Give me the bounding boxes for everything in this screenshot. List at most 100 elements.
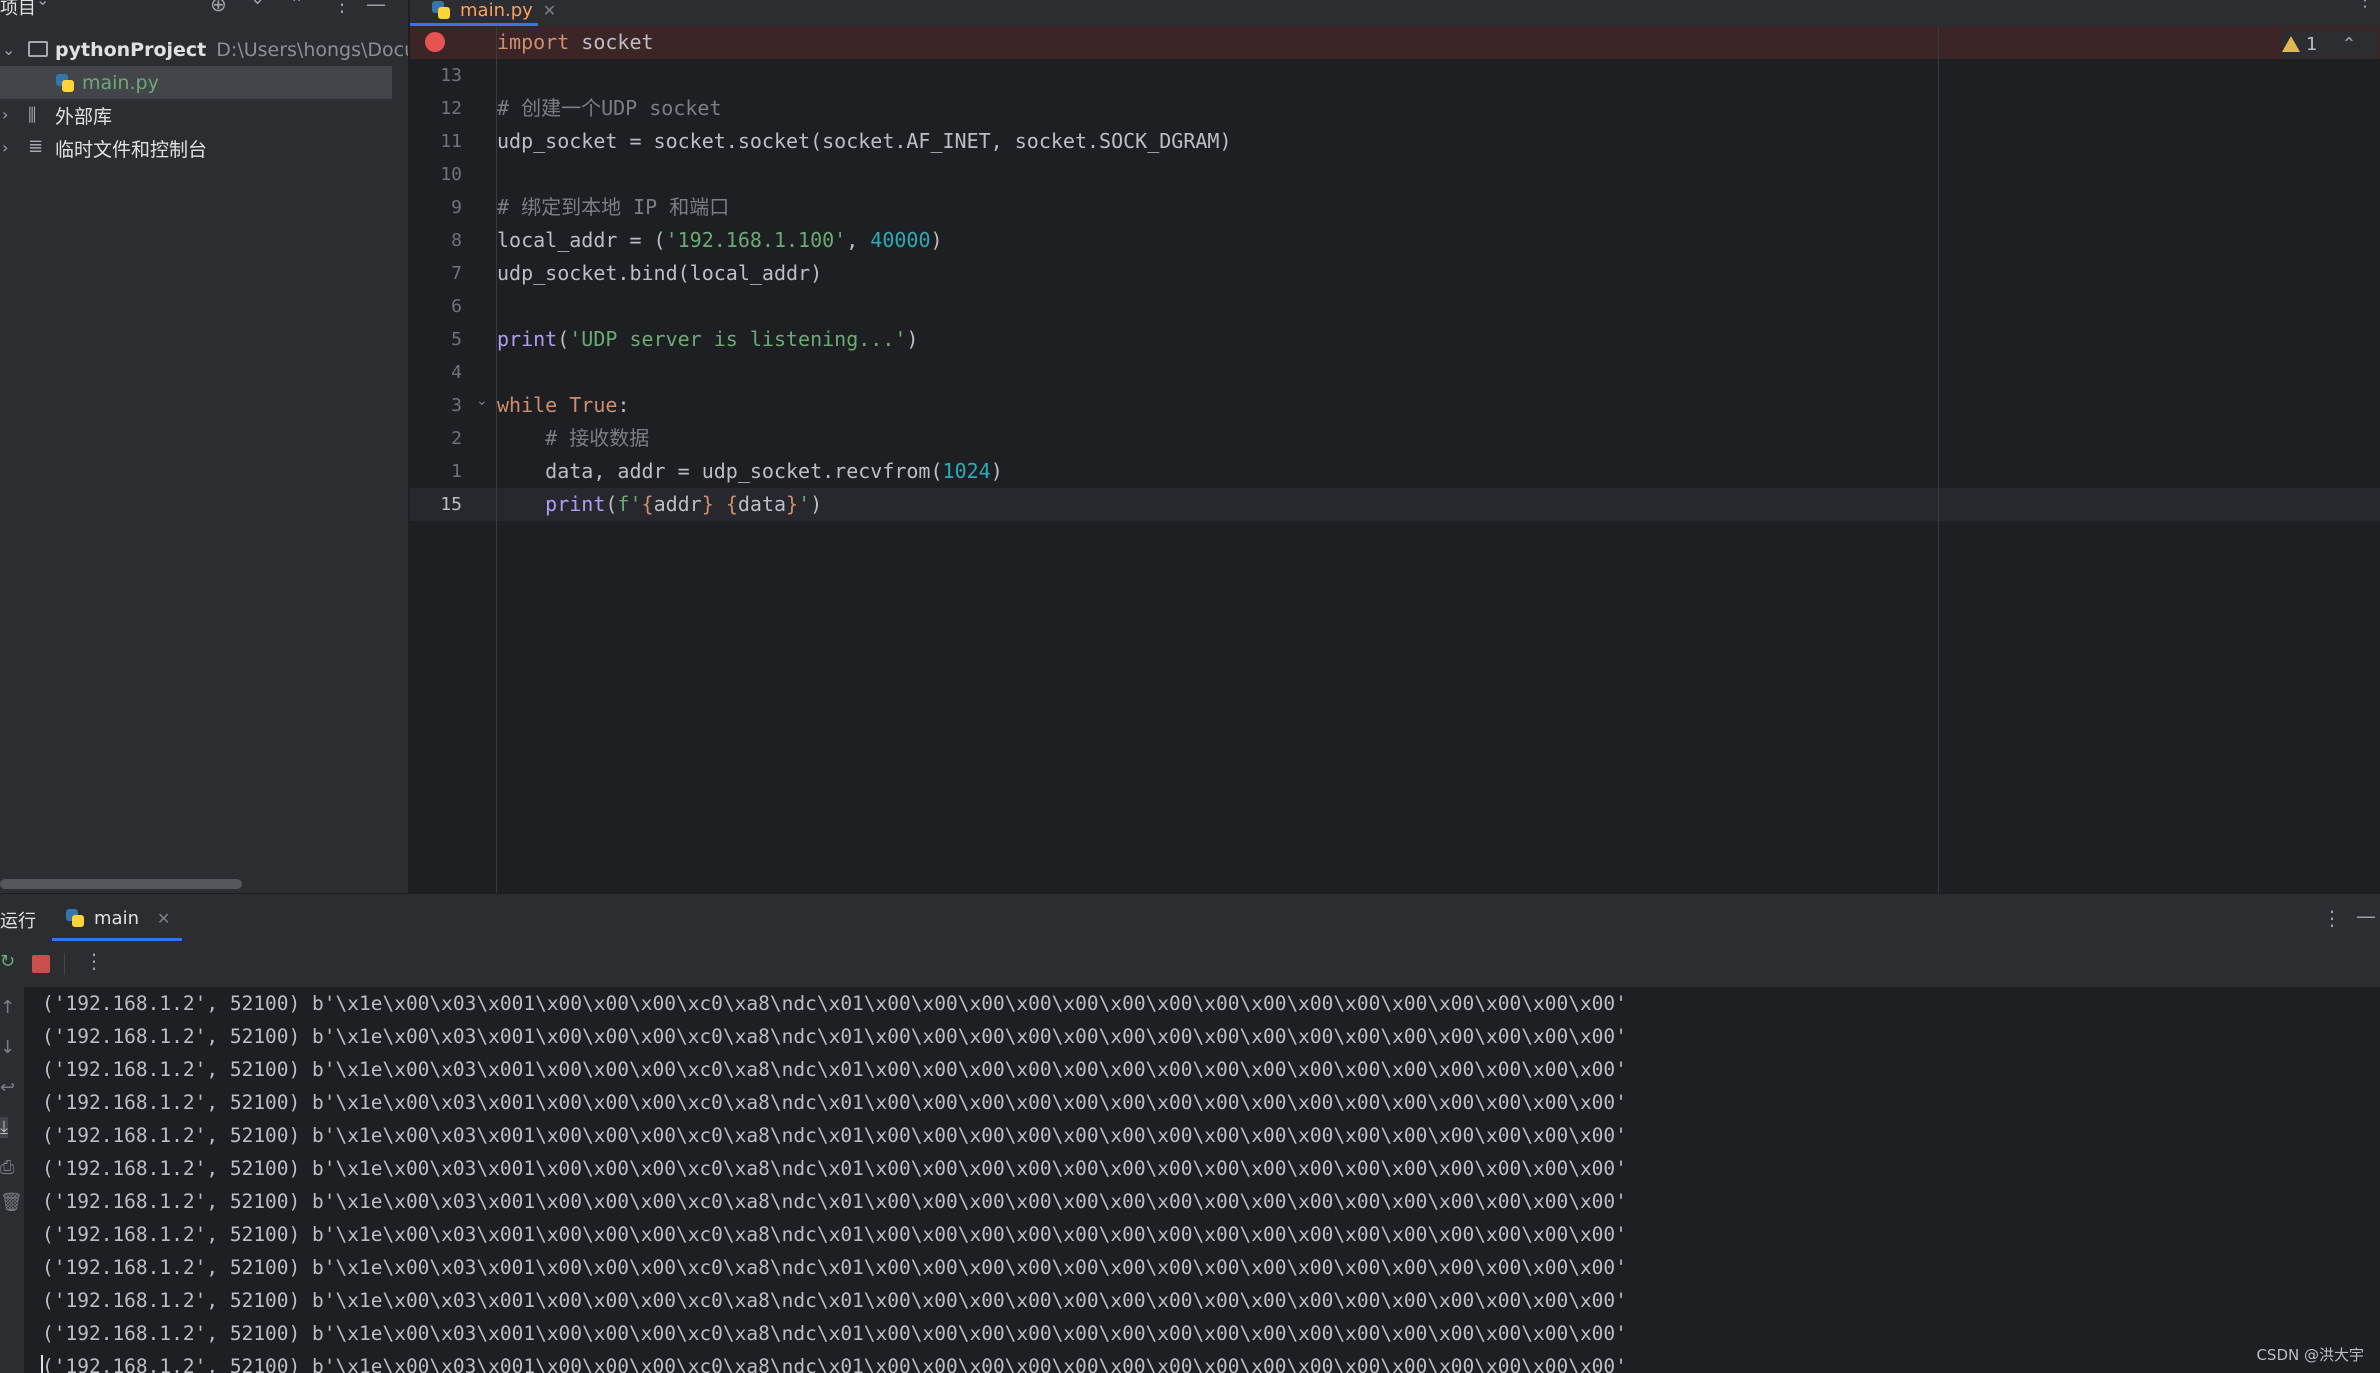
code-editor[interactable]: import socket # 创建一个UDP socket udp_socket …	[497, 26, 2380, 893]
line-number: 1	[451, 461, 462, 482]
gutter-cell[interactable]: 15	[410, 488, 496, 521]
gutter-cell[interactable]: 1	[410, 455, 496, 488]
gutter-cell[interactable]: 2	[410, 422, 496, 455]
gutter-cell[interactable]: 9	[410, 191, 496, 224]
trash-icon[interactable]: 🗑	[0, 1192, 23, 1213]
tree-item-project-root[interactable]: ⌄ pythonProject D:\Users\hongs\Documen	[0, 33, 408, 66]
chevron-right-icon[interactable]: ›	[2, 105, 8, 124]
gutter-cell[interactable]: 7	[410, 257, 496, 290]
close-icon[interactable]: ✕	[543, 1, 556, 20]
line-number: 3	[451, 395, 462, 416]
gutter-cell[interactable]: 4	[410, 356, 496, 389]
code-line[interactable]: udp_socket.bind(local_addr)	[497, 257, 2380, 290]
gutter-cell[interactable]: 12	[410, 92, 496, 125]
code-line[interactable]	[497, 356, 2380, 389]
code-token: addr	[653, 492, 702, 516]
line-number: 2	[451, 428, 462, 449]
line-number: 4	[451, 362, 462, 383]
gutter-cell[interactable]: 10	[410, 158, 496, 191]
more-options-icon[interactable]: ⋮	[84, 949, 104, 973]
code-line[interactable]: import socket	[497, 26, 2380, 59]
gutter-cell[interactable]: 3 ⌄	[410, 389, 496, 422]
inspection-widget[interactable]: 1 ⌃	[2282, 30, 2378, 58]
folder-icon	[28, 41, 48, 57]
collapse-all-icon[interactable]: ⌃	[290, 0, 303, 13]
soft-wrap-icon[interactable]: ↩	[0, 1077, 15, 1098]
editor-tab-bar: main.py ✕ ⋮	[410, 0, 2380, 27]
right-margin-guide	[1938, 26, 1939, 893]
code-token: print	[497, 492, 606, 516]
code-line[interactable]: print(f'{addr} {data}')	[497, 488, 2380, 521]
gutter-cell[interactable]	[410, 26, 496, 59]
more-options-icon[interactable]: ⋮	[2356, 0, 2374, 11]
gutter-cell[interactable]: 6	[410, 290, 496, 323]
breakpoint-icon[interactable]	[425, 32, 445, 52]
code-token: udp_socket = socket.socket(socket.AF_INE…	[497, 129, 1232, 153]
chevron-down-icon[interactable]: ⌄	[36, 0, 49, 9]
code-token: 1024	[942, 459, 991, 483]
chevron-down-icon[interactable]: ⌄	[2, 40, 15, 59]
gutter-cell[interactable]: 8	[410, 224, 496, 257]
code-line[interactable]	[497, 290, 2380, 323]
tree-item-scratches-consoles[interactable]: › ≣ 临时文件和控制台	[0, 132, 400, 165]
horizontal-scrollbar[interactable]	[0, 879, 242, 889]
code-token: udp_socket.bind(local_addr)	[497, 261, 823, 285]
editor-gutter[interactable]: 13 12 11 10 9 8 7 6 5 4 3 ⌄ 2 1 15	[410, 26, 497, 893]
line-number: 11	[440, 131, 462, 152]
code-line[interactable]: local_addr = ('192.168.1.100', 40000)	[497, 224, 2380, 257]
code-line[interactable]: # 创建一个UDP socket	[497, 92, 2380, 125]
run-toolbar: ↻ ⋮	[0, 941, 2380, 987]
code-token: (	[605, 492, 618, 516]
print-icon[interactable]: ⎙	[0, 1157, 14, 1178]
rerun-icon[interactable]: ↻	[0, 951, 15, 972]
line-number: 6	[451, 296, 462, 317]
python-file-icon	[432, 1, 450, 19]
line-number: 7	[451, 263, 462, 284]
more-options-icon[interactable]: ⋮	[332, 0, 352, 16]
locate-icon[interactable]: ⊕	[210, 0, 227, 16]
run-console-output[interactable]: ('192.168.1.2', 52100) b'\x1e\x00\x03\x0…	[24, 987, 2380, 1373]
fold-icon[interactable]: ⌄	[476, 393, 488, 409]
gutter-cell[interactable]: 11	[410, 125, 496, 158]
python-run-icon	[66, 909, 84, 927]
code-token: # 创建一个UDP socket	[497, 96, 722, 120]
scroll-up-icon[interactable]: ↑	[0, 997, 15, 1018]
code-line[interactable]: print('UDP server is listening...')	[497, 323, 2380, 356]
line-number: 12	[440, 98, 462, 119]
console-line: ('192.168.1.2', 52100) b'\x1e\x00\x03\x0…	[42, 1025, 1627, 1048]
chevron-up-icon[interactable]: ⌃	[2341, 34, 2356, 55]
code-token: # 绑定到本地 IP 和端口	[497, 195, 730, 219]
tree-item-main-py[interactable]: main.py	[0, 66, 392, 99]
code-line[interactable]: data, addr = udp_socket.recvfrom(1024)	[497, 455, 2380, 488]
code-line[interactable]: while True:	[497, 389, 2380, 422]
code-line[interactable]	[497, 59, 2380, 92]
code-line[interactable]: # 接收数据	[497, 422, 2380, 455]
chevron-right-icon[interactable]: ›	[2, 138, 8, 157]
project-panel-title[interactable]: 项目	[0, 0, 36, 20]
code-line[interactable]: udp_socket = socket.socket(socket.AF_INE…	[497, 125, 2380, 158]
tab-run-main[interactable]: main ✕	[66, 904, 170, 932]
gutter-cell[interactable]: 13	[410, 59, 496, 92]
console-line: ('192.168.1.2', 52100) b'\x1e\x00\x03\x0…	[42, 1124, 1627, 1147]
code-token: {	[725, 492, 738, 516]
run-side-toolbar: ↑ ↓ ↩ ⤓ ⎙ 🗑	[0, 987, 24, 1373]
console-line: ('192.168.1.2', 52100) b'\x1e\x00\x03\x0…	[42, 1058, 1627, 1081]
code-line[interactable]	[497, 158, 2380, 191]
close-icon[interactable]: ✕	[157, 909, 170, 928]
code-token: while	[497, 393, 558, 417]
line-number: 13	[440, 65, 462, 86]
scroll-to-end-icon[interactable]: ⤓	[0, 1117, 8, 1138]
gutter-cell[interactable]: 5	[410, 323, 496, 356]
code-line[interactable]: # 绑定到本地 IP 和端口	[497, 191, 2380, 224]
scroll-down-icon[interactable]: ↓	[0, 1037, 15, 1058]
project-path: D:\Users\hongs\Documen	[216, 38, 408, 61]
stop-icon[interactable]	[32, 955, 50, 973]
code-token: '192.168.1.100'	[665, 228, 847, 252]
tree-item-external-libraries[interactable]: › ⫼ 外部库	[0, 99, 400, 132]
text-caret	[41, 1355, 43, 1373]
expand-all-icon[interactable]: ⌄	[250, 0, 265, 9]
minimize-icon[interactable]: —	[366, 0, 386, 16]
minimize-icon[interactable]: —	[2356, 904, 2376, 928]
more-options-icon[interactable]: ⋮	[2322, 906, 2342, 930]
